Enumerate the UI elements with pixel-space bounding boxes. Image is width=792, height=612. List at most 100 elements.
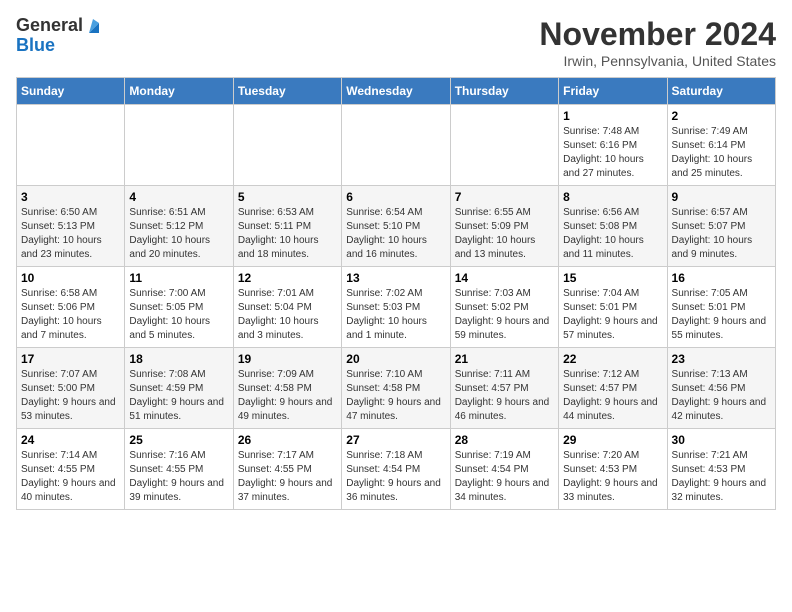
day-cell: 24 Sunrise: 7:14 AMSunset: 4:55 PMDayligh… [17, 429, 125, 510]
logo-text: General [16, 16, 83, 36]
day-number: 13 [346, 271, 445, 285]
day-info: Sunrise: 6:53 AMSunset: 5:11 PMDaylight:… [238, 206, 337, 262]
day-number: 11 [129, 271, 228, 285]
day-number: 9 [672, 190, 771, 204]
day-cell: 11 Sunrise: 7:00 AMSunset: 5:05 PMDayligh… [125, 267, 233, 348]
day-cell: 12Sunrise: 7:01 AMSunset: 5:04 PMDayligh… [233, 267, 341, 348]
day-cell: 8 Sunrise: 6:56 AMSunset: 5:08 PMDaylight… [559, 186, 667, 267]
day-cell: 6 Sunrise: 6:54 AMSunset: 5:10 PMDaylight… [342, 186, 450, 267]
day-info: Sunrise: 7:18 AMSunset: 4:54 PMDaylight:… [346, 449, 445, 505]
day-number: 25 [129, 433, 228, 447]
day-cell: 5 Sunrise: 6:53 AMSunset: 5:11 PMDaylight… [233, 186, 341, 267]
day-info: Sunrise: 6:51 AMSunset: 5:12 PMDaylight:… [129, 206, 228, 262]
title-area: November 2024 Irwin, Pennsylvania, Unite… [539, 16, 776, 69]
day-cell: 10 Sunrise: 6:58 AMSunset: 5:06 PMDayligh… [17, 267, 125, 348]
day-number: 19 [238, 352, 337, 366]
weekday-header-tuesday: Tuesday [233, 78, 341, 105]
day-cell: 21 Sunrise: 7:11 AMSunset: 4:57 PMDayligh… [450, 348, 558, 429]
day-cell [17, 105, 125, 186]
day-info: Sunrise: 7:00 AMSunset: 5:05 PMDaylight:… [129, 287, 228, 343]
day-info: Sunrise: 7:20 AMSunset: 4:53 PMDaylight:… [563, 449, 662, 505]
logo-subtext: Blue [16, 35, 55, 55]
day-info: Sunrise: 7:13 AMSunset: 4:56 PMDaylight:… [672, 368, 771, 424]
day-info: Sunrise: 7:19 AMSunset: 4:54 PMDaylight:… [455, 449, 554, 505]
day-number: 14 [455, 271, 554, 285]
day-number: 22 [563, 352, 662, 366]
day-info: Sunrise: 7:07 AMSunset: 5:00 PMDaylight:… [21, 368, 120, 424]
month-title: November 2024 [539, 16, 776, 53]
day-number: 26 [238, 433, 337, 447]
day-cell [450, 105, 558, 186]
day-number: 10 [21, 271, 120, 285]
day-number: 4 [129, 190, 228, 204]
day-cell: 23 Sunrise: 7:13 AMSunset: 4:56 PMDayligh… [667, 348, 775, 429]
day-info: Sunrise: 6:58 AMSunset: 5:06 PMDaylight:… [21, 287, 120, 343]
day-number: 30 [672, 433, 771, 447]
day-number: 24 [21, 433, 120, 447]
day-info: Sunrise: 7:02 AMSunset: 5:03 PMDaylight:… [346, 287, 445, 343]
day-info: Sunrise: 6:55 AMSunset: 5:09 PMDaylight:… [455, 206, 554, 262]
day-cell [342, 105, 450, 186]
day-number: 18 [129, 352, 228, 366]
day-info: Sunrise: 7:01 AMSunset: 5:04 PMDaylight:… [238, 287, 337, 343]
day-number: 16 [672, 271, 771, 285]
day-number: 29 [563, 433, 662, 447]
day-info: Sunrise: 6:54 AMSunset: 5:10 PMDaylight:… [346, 206, 445, 262]
day-cell: 16 Sunrise: 7:05 AMSunset: 5:01 PMDayligh… [667, 267, 775, 348]
weekday-header-sunday: Sunday [17, 78, 125, 105]
day-cell: 17 Sunrise: 7:07 AMSunset: 5:00 PMDayligh… [17, 348, 125, 429]
weekday-header-thursday: Thursday [450, 78, 558, 105]
day-cell: 18 Sunrise: 7:08 AMSunset: 4:59 PMDayligh… [125, 348, 233, 429]
weekday-header-friday: Friday [559, 78, 667, 105]
day-cell: 19 Sunrise: 7:09 AMSunset: 4:58 PMDayligh… [233, 348, 341, 429]
day-cell: 22 Sunrise: 7:12 AMSunset: 4:57 PMDayligh… [559, 348, 667, 429]
weekday-header-saturday: Saturday [667, 78, 775, 105]
day-cell: 29 Sunrise: 7:20 AMSunset: 4:53 PMDayligh… [559, 429, 667, 510]
day-number: 1 [563, 109, 662, 123]
header: General Blue November 2024 Irwin, Pennsy… [16, 16, 776, 69]
day-cell: 25Sunrise: 7:16 AMSunset: 4:55 PMDayligh… [125, 429, 233, 510]
day-number: 5 [238, 190, 337, 204]
day-info: Sunrise: 7:09 AMSunset: 4:58 PMDaylight:… [238, 368, 337, 424]
day-info: Sunrise: 7:12 AMSunset: 4:57 PMDaylight:… [563, 368, 662, 424]
day-cell [125, 105, 233, 186]
day-cell: 2Sunrise: 7:49 AMSunset: 6:14 PMDaylight… [667, 105, 775, 186]
day-cell: 9 Sunrise: 6:57 AMSunset: 5:07 PMDaylight… [667, 186, 775, 267]
day-number: 23 [672, 352, 771, 366]
week-row-0: 1 Sunrise: 7:48 AMSunset: 6:16 PMDaylight… [17, 105, 776, 186]
day-cell: 14 Sunrise: 7:03 AMSunset: 5:02 PMDayligh… [450, 267, 558, 348]
day-number: 17 [21, 352, 120, 366]
day-cell [233, 105, 341, 186]
day-info: Sunrise: 7:05 AMSunset: 5:01 PMDaylight:… [672, 287, 771, 343]
day-info: Sunrise: 7:03 AMSunset: 5:02 PMDaylight:… [455, 287, 554, 343]
day-info: Sunrise: 7:08 AMSunset: 4:59 PMDaylight:… [129, 368, 228, 424]
day-cell: 20Sunrise: 7:10 AMSunset: 4:58 PMDayligh… [342, 348, 450, 429]
logo-icon [85, 17, 103, 35]
day-number: 6 [346, 190, 445, 204]
day-number: 3 [21, 190, 120, 204]
day-info: Sunrise: 6:57 AMSunset: 5:07 PMDaylight:… [672, 206, 771, 262]
day-cell: 13 Sunrise: 7:02 AMSunset: 5:03 PMDayligh… [342, 267, 450, 348]
day-cell: 30 Sunrise: 7:21 AMSunset: 4:53 PMDayligh… [667, 429, 775, 510]
weekday-header-row: SundayMondayTuesdayWednesdayThursdayFrid… [17, 78, 776, 105]
day-cell: 26Sunrise: 7:17 AMSunset: 4:55 PMDayligh… [233, 429, 341, 510]
day-number: 27 [346, 433, 445, 447]
day-cell: 15 Sunrise: 7:04 AMSunset: 5:01 PMDayligh… [559, 267, 667, 348]
day-number: 28 [455, 433, 554, 447]
day-number: 8 [563, 190, 662, 204]
day-info: Sunrise: 7:21 AMSunset: 4:53 PMDaylight:… [672, 449, 771, 505]
day-info: Sunrise: 7:11 AMSunset: 4:57 PMDaylight:… [455, 368, 554, 424]
day-number: 15 [563, 271, 662, 285]
calendar-table: SundayMondayTuesdayWednesdayThursdayFrid… [16, 77, 776, 510]
day-info: Sunrise: 6:56 AMSunset: 5:08 PMDaylight:… [563, 206, 662, 262]
week-row-4: 24 Sunrise: 7:14 AMSunset: 4:55 PMDayligh… [17, 429, 776, 510]
day-number: 20 [346, 352, 445, 366]
day-cell: 28 Sunrise: 7:19 AMSunset: 4:54 PMDayligh… [450, 429, 558, 510]
day-number: 21 [455, 352, 554, 366]
day-cell: 3Sunrise: 6:50 AMSunset: 5:13 PMDaylight… [17, 186, 125, 267]
day-info: Sunrise: 7:14 AMSunset: 4:55 PMDaylight:… [21, 449, 120, 505]
day-info: Sunrise: 7:48 AMSunset: 6:16 PMDaylight:… [563, 125, 662, 181]
logo: General Blue [16, 16, 103, 56]
day-info: Sunrise: 7:04 AMSunset: 5:01 PMDaylight:… [563, 287, 662, 343]
day-cell: 4 Sunrise: 6:51 AMSunset: 5:12 PMDaylight… [125, 186, 233, 267]
